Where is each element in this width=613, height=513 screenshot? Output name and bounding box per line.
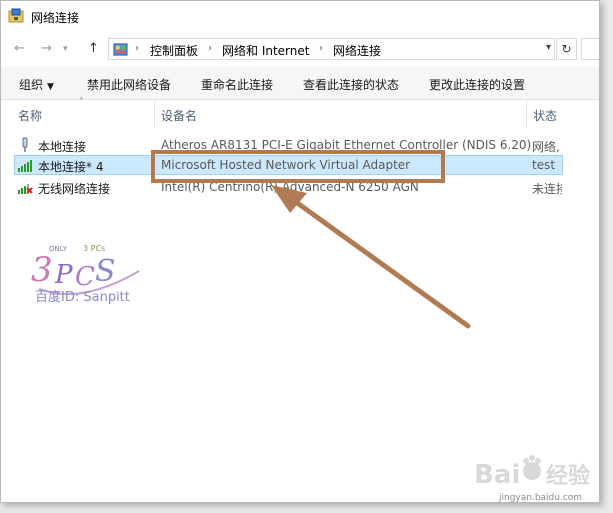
svg-text:ONLY: ONLY: [49, 245, 68, 253]
svg-text:3: 3: [31, 250, 53, 290]
watermark-caption: 百度ID: Sanpitt: [35, 290, 130, 305]
pointer-arrow: [286, 194, 471, 329]
explorer-window: 网络连接 ← → ▾ ↑ › 控制面板 › 网络和 Internet › 网络连…: [0, 0, 600, 503]
svg-text:经验: 经验: [546, 463, 590, 489]
highlight-box: [151, 150, 445, 183]
svg-text:3 PCs: 3 PCs: [83, 244, 105, 253]
svg-text:Bai: Bai: [474, 460, 520, 490]
baidu-site-url: jingyan.baidu.com: [499, 493, 583, 503]
baidu-jingyan-logo: Bai 经验: [474, 455, 590, 490]
